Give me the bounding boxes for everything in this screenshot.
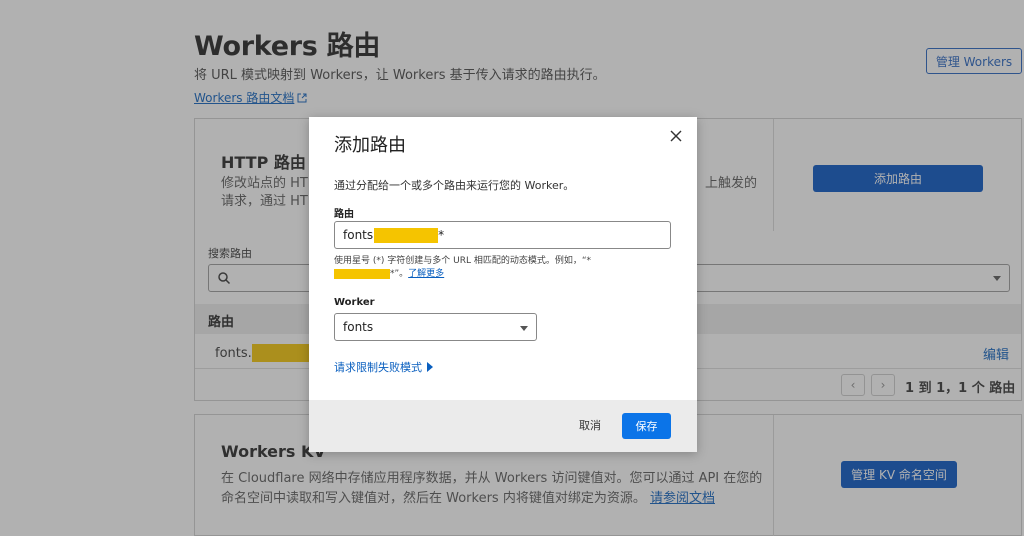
- chevron-down-icon: [520, 326, 528, 331]
- worker-label: Worker: [334, 297, 375, 308]
- hint-text-end: *”。: [390, 269, 409, 279]
- learn-more-link[interactable]: 了解更多: [408, 269, 444, 279]
- dialog-intro: 通过分配给一个或多个路由来运行您的 Worker。: [334, 179, 575, 192]
- route-hint: 使用星号 (*) 字符创建与多个 URL 相匹配的动态模式。例如，“* *”。了解…: [334, 255, 594, 281]
- hint-text: 使用星号 (*) 字符创建与多个 URL 相匹配的动态模式。例如，“*: [334, 256, 591, 266]
- rate-limit-label: 请求限制失败模式: [334, 361, 422, 374]
- route-label: 路由: [334, 209, 354, 220]
- redaction-mark: [334, 268, 390, 279]
- redaction-mark: [374, 227, 439, 243]
- cancel-button[interactable]: 取消: [579, 417, 601, 433]
- rate-limit-fail-mode-toggle[interactable]: 请求限制失败模式: [334, 359, 433, 375]
- caret-right-icon: [427, 362, 433, 372]
- save-button[interactable]: 保存: [622, 413, 671, 439]
- worker-select[interactable]: fonts: [334, 313, 537, 341]
- dialog-title: 添加路由: [334, 135, 406, 156]
- close-icon[interactable]: [669, 129, 683, 143]
- dialog-footer: 取消 保存: [309, 400, 697, 452]
- route-value-suffix: *: [438, 228, 445, 242]
- route-input[interactable]: fonts *: [334, 221, 671, 249]
- add-route-dialog: 添加路由 通过分配给一个或多个路由来运行您的 Worker。 路由 fonts …: [309, 117, 697, 452]
- route-value-prefix: fonts: [343, 228, 374, 242]
- worker-select-value: fonts: [343, 320, 374, 334]
